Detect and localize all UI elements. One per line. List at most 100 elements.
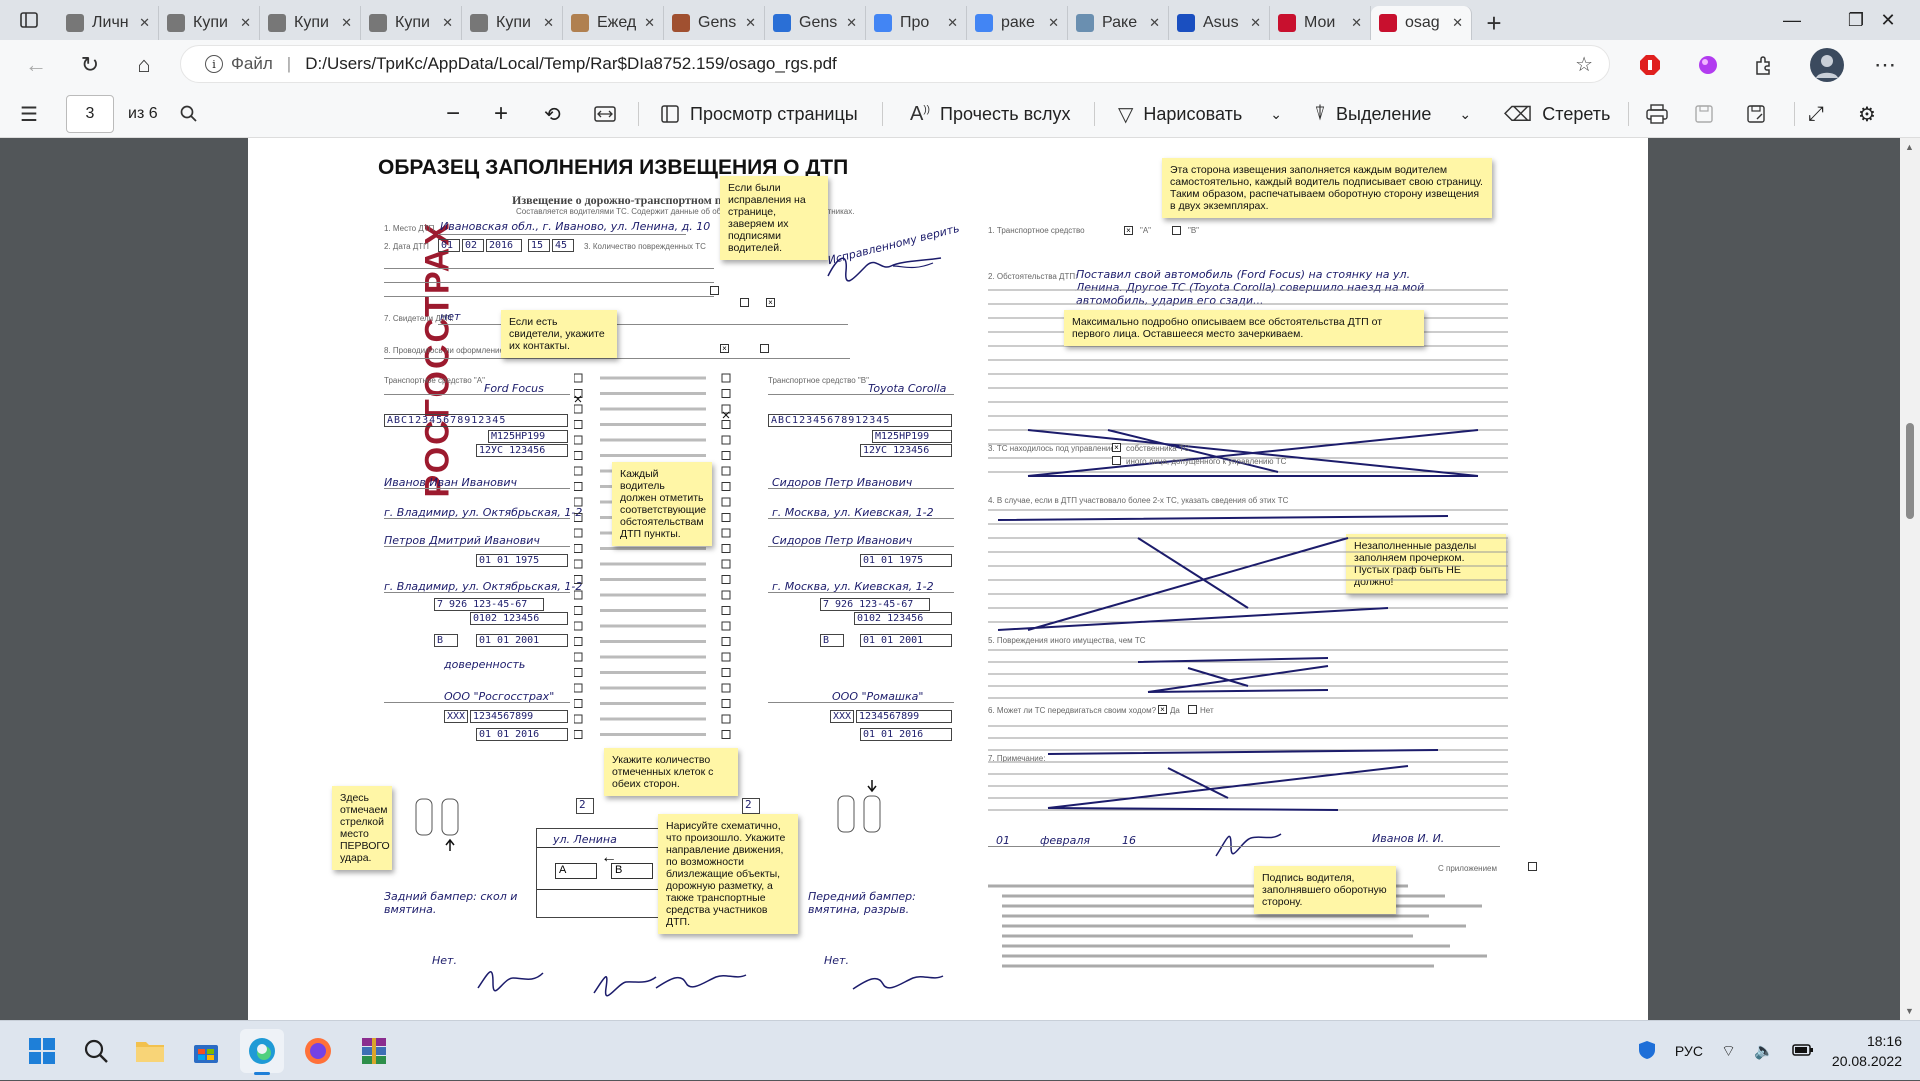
url-scheme: Файл <box>231 54 273 73</box>
checkbox-checked[interactable]: × <box>720 344 729 353</box>
close-tab-icon[interactable]: ✕ <box>240 15 251 31</box>
firefox-button[interactable] <box>296 1029 340 1073</box>
back-opt-a-checkbox[interactable]: × <box>1124 226 1133 235</box>
edge-button[interactable] <box>240 1029 284 1075</box>
browser-tab[interactable]: Ежед ✕ <box>563 6 664 40</box>
new-tab-button[interactable]: + <box>1472 6 1516 40</box>
checkbox-checked[interactable]: × <box>766 298 775 307</box>
browser-tab[interactable]: Купи ✕ <box>260 6 361 40</box>
close-tab-icon[interactable]: ✕ <box>846 15 857 31</box>
control-other-checkbox[interactable] <box>1112 456 1121 465</box>
browser-tab[interactable]: Купи ✕ <box>361 6 462 40</box>
refresh-button[interactable]: ↻ <box>68 45 112 85</box>
close-window-button[interactable]: ✕ <box>1856 0 1920 40</box>
info-icon[interactable]: i <box>205 55 223 73</box>
add-favorite-icon[interactable]: ☆ <box>1575 52 1593 77</box>
pdf-settings-button[interactable]: ⚙ <box>1858 90 1876 138</box>
search-button[interactable] <box>180 90 198 138</box>
clock[interactable]: 18:16 20.08.2022 <box>1832 1031 1902 1071</box>
rotate-button[interactable]: ⟲ <box>544 90 561 138</box>
read-aloud-button[interactable]: A)) Прочесть вслух <box>910 90 1070 138</box>
highlight-button[interactable]: ⍒ Выделение ⌄ <box>1314 90 1471 138</box>
close-tab-icon[interactable]: ✕ <box>543 15 554 31</box>
fullscreen-button[interactable]: ⤢ <box>1808 90 1824 138</box>
file-explorer-button[interactable] <box>128 1029 172 1073</box>
language-indicator[interactable]: РУС <box>1675 1043 1703 1059</box>
tag-icon <box>369 14 387 32</box>
defender-icon[interactable] <box>1637 1040 1657 1063</box>
browser-tab[interactable]: Gens ✕ <box>765 6 866 40</box>
attachment-label: С приложением <box>1438 864 1498 873</box>
chevron-down-icon[interactable]: ⌄ <box>1459 106 1471 123</box>
scrollbar-thumb[interactable] <box>1906 423 1914 519</box>
settings-more-icon[interactable]: ⋯ <box>1870 50 1900 80</box>
close-tab-icon[interactable]: ✕ <box>745 15 756 31</box>
browser-tab[interactable]: Мои ✕ <box>1270 6 1371 40</box>
minimize-button[interactable]: — <box>1760 0 1824 40</box>
tag-icon <box>268 14 286 32</box>
checkbox[interactable] <box>740 298 749 307</box>
close-tab-icon[interactable]: ✕ <box>1048 15 1059 31</box>
browser-tab[interactable]: osag ✕ <box>1371 6 1472 40</box>
save-button[interactable] <box>1694 90 1714 138</box>
wifi-icon[interactable]: ⌔ <box>1721 1041 1736 1061</box>
tab-actions-button[interactable] <box>0 0 58 40</box>
volume-icon[interactable]: 🔈 <box>1754 1041 1774 1061</box>
home-button[interactable]: ⌂ <box>122 45 166 85</box>
address-field[interactable]: i Файл | D:/Users/ТриКс/AppData/Local/Te… <box>180 45 1610 83</box>
adblock-extension-icon[interactable] <box>1635 50 1665 80</box>
start-button[interactable] <box>20 1029 64 1073</box>
browser-tab[interactable]: Личн ✕ <box>58 6 159 40</box>
browser-tab[interactable]: Gens ✕ <box>664 6 765 40</box>
tab-title: Раке <box>1102 14 1138 31</box>
table-of-contents-button[interactable]: ☰ <box>20 90 38 138</box>
checkbox[interactable] <box>710 286 719 295</box>
browser-tab[interactable]: Про ✕ <box>866 6 967 40</box>
page-view-button[interactable]: Просмотр страницы <box>660 90 858 138</box>
close-tab-icon[interactable]: ✕ <box>1149 15 1160 31</box>
profile-avatar[interactable] <box>1810 48 1844 82</box>
back-opt-b-checkbox[interactable] <box>1172 226 1181 235</box>
vehicle-a-vin: ABC12345678912345 <box>384 414 568 427</box>
address-bar-row: ← ↻ ⌂ i Файл | D:/Users/ТриКс/AppData/Lo… <box>0 40 1920 90</box>
browser-tab[interactable]: Раке ✕ <box>1068 6 1169 40</box>
erase-button[interactable]: ⌫ Стереть <box>1504 90 1610 138</box>
attachment-checkbox[interactable] <box>1528 862 1537 871</box>
chevron-down-icon[interactable]: ⌄ <box>1270 106 1282 123</box>
winrar-button[interactable] <box>352 1029 396 1073</box>
save-as-button[interactable] <box>1746 90 1766 138</box>
scroll-up-icon[interactable]: ▲ <box>1905 142 1914 152</box>
browser-tab[interactable]: Купи ✕ <box>462 6 563 40</box>
search-taskbar-button[interactable] <box>74 1029 118 1073</box>
close-tab-icon[interactable]: ✕ <box>947 15 958 31</box>
close-tab-icon[interactable]: ✕ <box>1351 15 1362 31</box>
close-tab-icon[interactable]: ✕ <box>1250 15 1261 31</box>
close-tab-icon[interactable]: ✕ <box>644 15 655 31</box>
extension-orb-icon[interactable] <box>1693 50 1723 80</box>
close-tab-icon[interactable]: ✕ <box>442 15 453 31</box>
close-tab-icon[interactable]: ✕ <box>139 15 150 31</box>
page-number-input[interactable]: 3 <box>66 95 114 133</box>
toolbar-divider <box>1094 102 1095 126</box>
vehicle-b-plate: M125HP199 <box>872 430 952 443</box>
zoom-in-button[interactable]: + <box>494 90 508 138</box>
vertical-scrollbar[interactable]: ▲ ▼ <box>1900 138 1920 1020</box>
close-tab-icon[interactable]: ✕ <box>341 15 352 31</box>
battery-icon[interactable] <box>1792 1043 1814 1060</box>
back-button[interactable]: ← <box>14 45 58 85</box>
print-button[interactable] <box>1646 90 1668 138</box>
zoom-out-button[interactable]: − <box>446 90 460 138</box>
close-tab-icon[interactable]: ✕ <box>1452 15 1463 31</box>
browser-tab[interactable]: Asus ✕ <box>1169 6 1270 40</box>
control-owner-checkbox[interactable]: × <box>1112 443 1121 452</box>
fit-page-button[interactable] <box>594 90 616 138</box>
pdf-viewer[interactable]: ОБРАЗЕЦ ЗАПОЛНЕНИЯ ИЗВЕЩЕНИЯ О ДТП РОСГО… <box>0 138 1920 1020</box>
store-button[interactable] <box>184 1029 228 1073</box>
checkbox[interactable] <box>760 344 769 353</box>
scroll-down-icon[interactable]: ▼ <box>1905 1006 1914 1016</box>
extensions-icon[interactable] <box>1749 50 1779 80</box>
draw-button[interactable]: ▽ Нарисовать ⌄ <box>1118 90 1282 138</box>
scheme-car-a: A <box>555 863 597 879</box>
browser-tab[interactable]: раке ✕ <box>967 6 1068 40</box>
browser-tab[interactable]: Купи ✕ <box>159 6 260 40</box>
